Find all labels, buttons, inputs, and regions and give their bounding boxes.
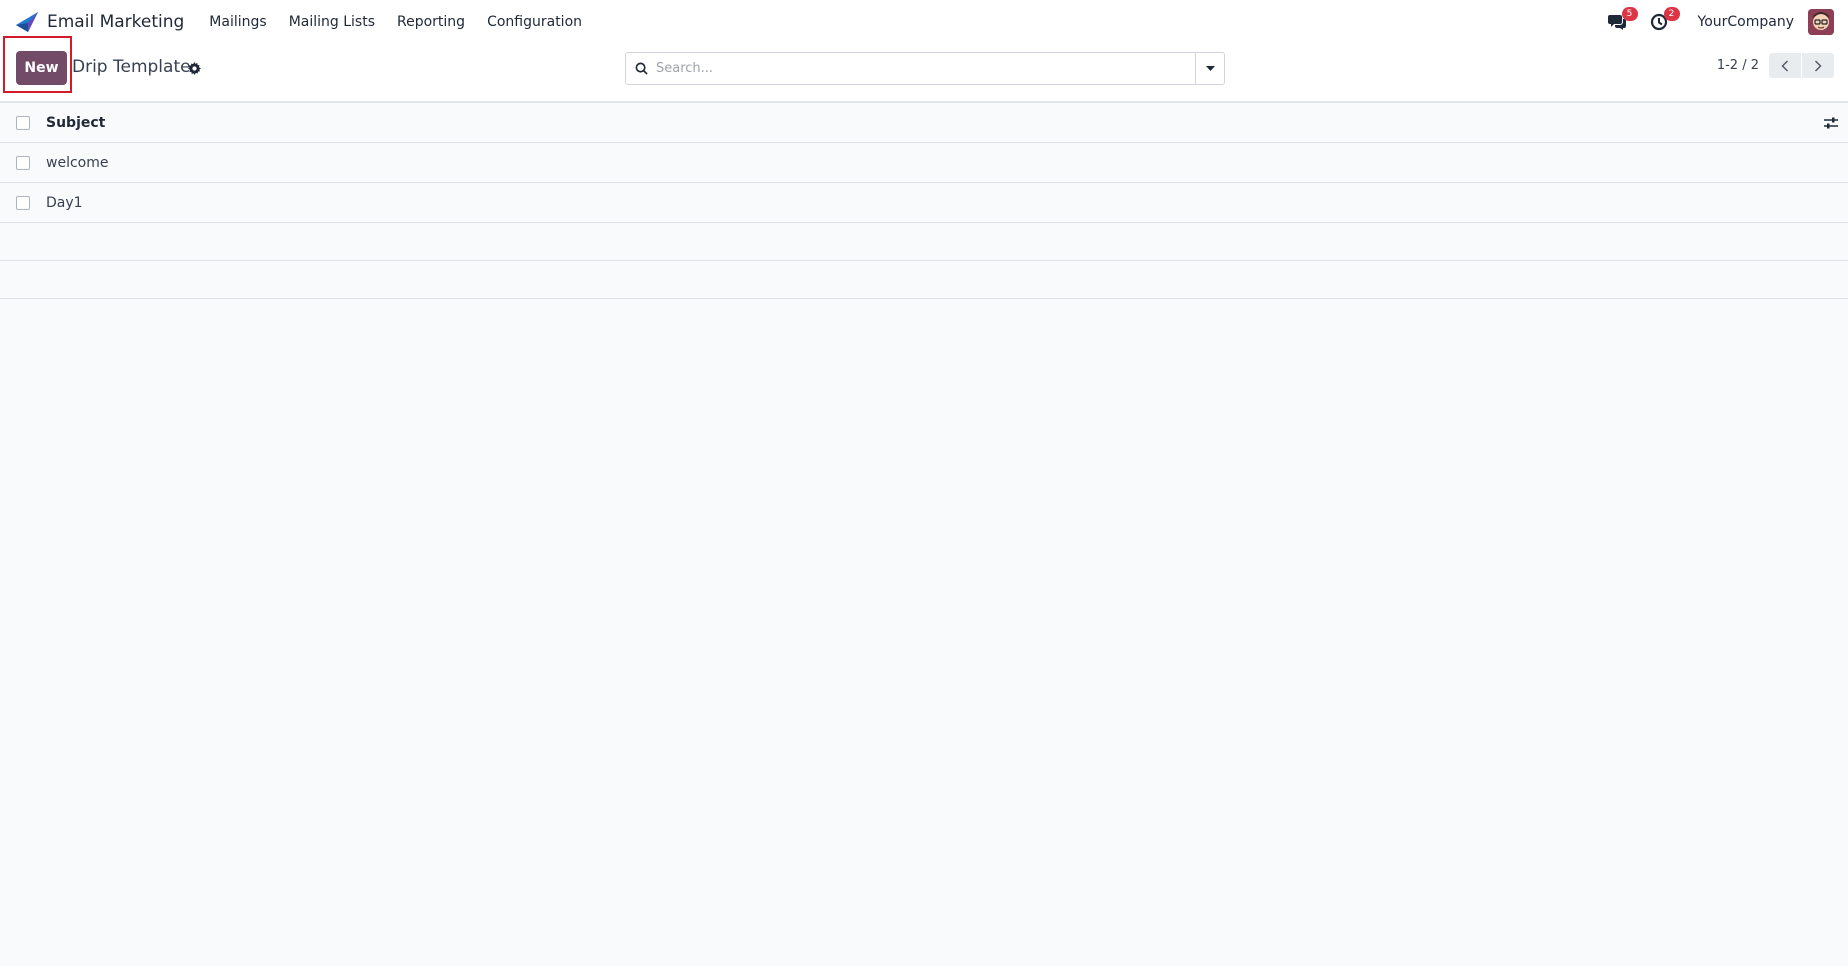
- chevron-right-icon: [1815, 60, 1822, 71]
- control-panel: New Drip Template 1-2 / 2: [0, 44, 1848, 102]
- menu-item-configuration[interactable]: Configuration: [476, 0, 593, 44]
- select-all-checkbox[interactable]: [16, 115, 30, 130]
- activities-menu[interactable]: 2: [1646, 7, 1680, 35]
- menu-item-mailings[interactable]: Mailings: [198, 0, 277, 44]
- list-view: Subject welcome Day1: [0, 102, 1848, 299]
- messages-badge: 5: [1621, 7, 1638, 21]
- systray: 5 2 YourCompany: [1596, 0, 1834, 44]
- messages-menu[interactable]: 5: [1604, 7, 1638, 35]
- activities-badge: 2: [1663, 7, 1680, 21]
- chevron-left-icon: [1781, 60, 1788, 71]
- table-header: Subject: [0, 102, 1848, 143]
- actions-gear-button[interactable]: [185, 59, 203, 77]
- search-bar: [625, 52, 1225, 85]
- row-checkbox[interactable]: [16, 195, 30, 210]
- table-row[interactable]: Day1: [0, 183, 1848, 223]
- menu-item-mailing-lists[interactable]: Mailing Lists: [278, 0, 386, 44]
- top-navbar: Email Marketing Mailings Mailing Lists R…: [0, 0, 1848, 44]
- caret-down-icon: [1205, 65, 1215, 71]
- app-name: Email Marketing: [47, 12, 185, 32]
- row-checkbox[interactable]: [16, 155, 30, 170]
- pager: 1-2 / 2: [1717, 52, 1834, 79]
- pager-value[interactable]: 1-2 / 2: [1717, 58, 1759, 73]
- row-subject[interactable]: welcome: [46, 155, 108, 171]
- table-row[interactable]: welcome: [0, 143, 1848, 183]
- user-avatar-icon: [1808, 9, 1834, 35]
- column-header-subject[interactable]: Subject: [46, 115, 105, 131]
- search-options-toggle[interactable]: [1195, 53, 1224, 84]
- main-menu: Mailings Mailing Lists Reporting Configu…: [198, 0, 593, 44]
- app-brand[interactable]: Email Marketing: [14, 0, 184, 44]
- pager-next-button[interactable]: [1802, 53, 1834, 78]
- user-avatar[interactable]: [1808, 9, 1834, 35]
- optional-columns-toggle[interactable]: [1822, 114, 1840, 132]
- page-title: Drip Template: [72, 57, 191, 77]
- menu-item-reporting[interactable]: Reporting: [386, 0, 476, 44]
- email-marketing-logo-icon: [16, 12, 38, 32]
- search-icon: [626, 53, 656, 84]
- gear-icon: [187, 61, 201, 75]
- empty-row: [0, 223, 1848, 261]
- new-button[interactable]: New: [16, 51, 67, 85]
- sliders-icon: [1824, 117, 1838, 128]
- search-input[interactable]: [656, 53, 1195, 84]
- empty-row: [0, 261, 1848, 299]
- company-switcher[interactable]: YourCompany: [1698, 14, 1795, 30]
- row-subject[interactable]: Day1: [46, 195, 83, 211]
- pager-previous-button[interactable]: [1769, 53, 1801, 78]
